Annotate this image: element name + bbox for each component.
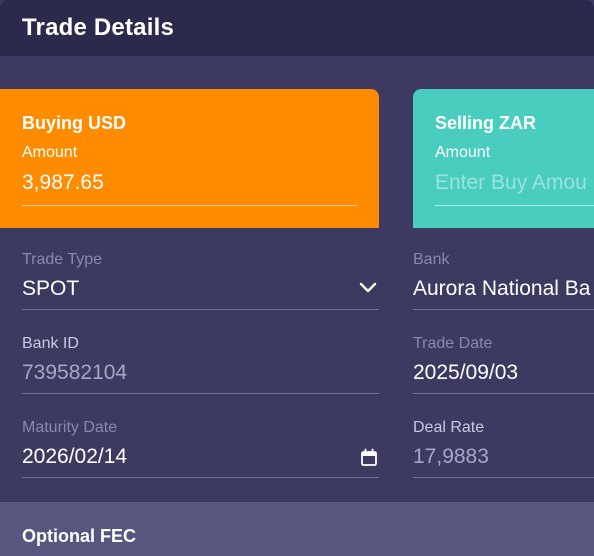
- maturity-date-label: Maturity Date: [22, 419, 118, 436]
- chevron-down-icon[interactable]: [359, 282, 377, 294]
- sell-amount-input[interactable]: Enter Buy Amou: [435, 171, 587, 195]
- bank-value: Aurora National Ba: [413, 277, 591, 300]
- maturity-date-value: 2026/02/14: [22, 445, 128, 468]
- optional-fec-title: Optional FEC: [22, 526, 136, 546]
- maturity-date-field[interactable]: Maturity Date 2026/02/14: [22, 419, 379, 481]
- trade-date-value: 2025/09/03: [413, 361, 519, 384]
- buy-amount-input[interactable]: 3,987.65: [22, 171, 104, 195]
- trade-date-underline: [413, 393, 594, 394]
- calendar-icon[interactable]: [360, 448, 378, 467]
- bank-id-underline: [22, 393, 379, 394]
- trade-type-label: Trade Type: [22, 251, 103, 268]
- bank-underline: [413, 309, 594, 310]
- deal-rate-field[interactable]: Deal Rate 17,9883: [413, 419, 594, 481]
- bank-id-value: 739582104: [22, 361, 128, 384]
- page-title: Trade Details: [22, 14, 175, 41]
- sell-card: Selling ZAR Amount Enter Buy Amou: [413, 89, 594, 228]
- sell-amount-label: Amount: [435, 144, 491, 161]
- buy-amount-underline: [22, 205, 357, 206]
- buy-amount-label: Amount: [22, 144, 78, 161]
- header-bar: Trade Details: [0, 0, 594, 56]
- bank-id-label: Bank ID: [22, 335, 79, 352]
- trade-date-label: Trade Date: [413, 335, 493, 352]
- optional-fec-section[interactable]: Optional FEC: [0, 502, 594, 556]
- buy-card-title: Buying USD: [22, 113, 127, 133]
- buy-card: Buying USD Amount 3,987.65: [0, 89, 379, 228]
- sell-amount-underline: [435, 205, 594, 206]
- maturity-date-underline: [22, 477, 379, 478]
- deal-rate-underline: [413, 477, 594, 478]
- bank-label: Bank: [413, 251, 450, 268]
- bank-field[interactable]: Bank Aurora National Ba: [413, 251, 594, 313]
- trade-type-underline: [22, 309, 379, 310]
- deal-rate-label: Deal Rate: [413, 419, 485, 436]
- trade-date-field[interactable]: Trade Date 2025/09/03: [413, 335, 594, 397]
- trade-details-panel: Trade Details Buying USD Amount 3,987.65…: [0, 0, 594, 556]
- trade-type-select[interactable]: Trade Type SPOT: [22, 251, 379, 313]
- deal-rate-value: 17,9883: [413, 445, 489, 468]
- trade-type-value: SPOT: [22, 277, 80, 300]
- sell-card-title: Selling ZAR: [435, 113, 537, 133]
- bank-id-field[interactable]: Bank ID 739582104: [22, 335, 379, 397]
